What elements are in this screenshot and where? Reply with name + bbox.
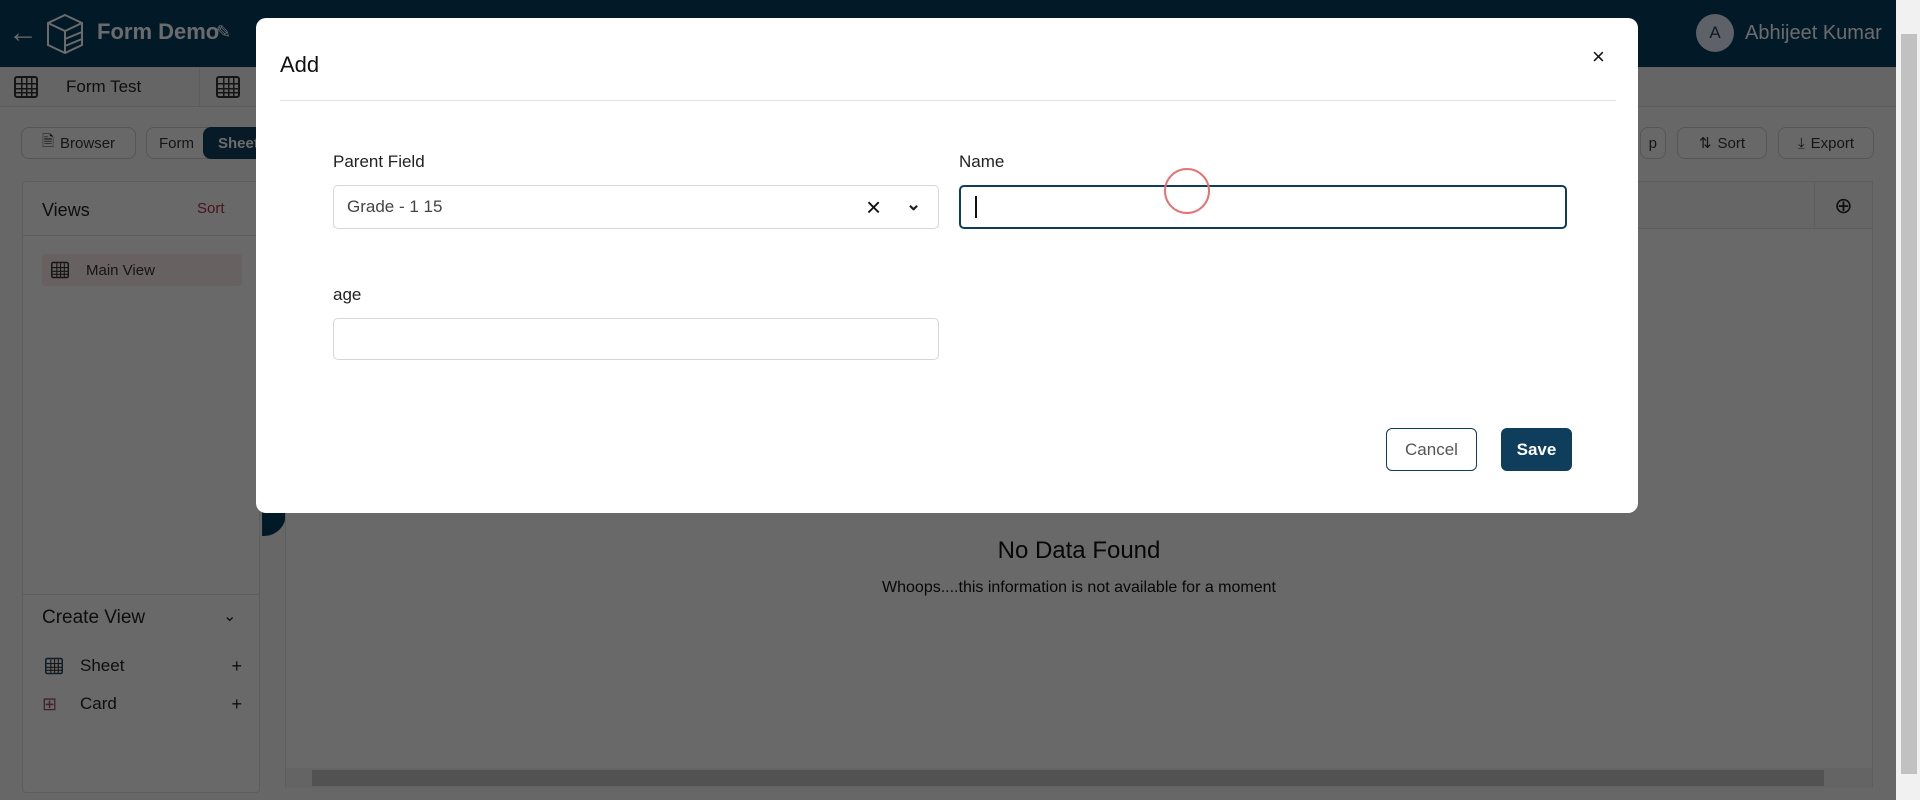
age-input[interactable] (333, 318, 939, 360)
browser-icon: 🗎 (41, 132, 55, 150)
create-view-title: Create View (42, 607, 146, 628)
save-button[interactable]: Save (1501, 428, 1572, 471)
grid-icon (45, 657, 63, 675)
page-scrollbar[interactable] (1896, 0, 1920, 800)
chevron-down-icon[interactable]: ⌄ (906, 194, 921, 215)
app-title: Form Demo (97, 19, 220, 44)
sheet-button[interactable]: Sheet (203, 127, 259, 159)
empty-subtitle: Whoops....this information is not availa… (882, 579, 1276, 596)
dialog-title: Add (280, 52, 320, 77)
grid-icon (51, 261, 69, 279)
plus-icon[interactable]: + (231, 694, 242, 715)
sort-icon: ⇅ (1698, 135, 1712, 152)
create-sheet-item[interactable]: Sheet + (42, 654, 242, 678)
empty-title: No Data Found (997, 537, 1161, 564)
cancel-button[interactable]: Cancel (1386, 428, 1477, 471)
browser-button[interactable]: 🗎 Browser (21, 127, 136, 159)
name-field-label: Name (959, 152, 1005, 171)
create-card-item[interactable]: ⊞ Card + (42, 692, 242, 716)
add-dialog: Add × Parent Field Grade - 1 15 × ⌄ Name… (256, 18, 1638, 513)
age-field-label: age (333, 285, 362, 304)
sort-button[interactable]: ⇅ Sort (1677, 127, 1767, 159)
back-arrow-icon[interactable]: ← (8, 16, 38, 50)
view-item-main[interactable]: Main View (42, 254, 242, 286)
text-caret (975, 196, 977, 218)
export-button[interactable]: ⤓ Export (1778, 127, 1874, 159)
parent-field-select[interactable]: Grade - 1 15 × ⌄ (333, 185, 939, 229)
download-icon: ⤓ (1798, 134, 1805, 152)
edit-title-icon[interactable]: ✎ (216, 22, 231, 43)
app-logo-icon (47, 13, 83, 55)
add-column-plus-circle-icon[interactable]: ⊕ (1814, 182, 1872, 229)
avatar[interactable]: A (1696, 14, 1734, 52)
chevron-down-icon[interactable]: ⌄ (223, 606, 236, 626)
close-icon[interactable]: × (1592, 44, 1605, 70)
form-button[interactable]: Form (146, 127, 208, 159)
tab-label: Form Test (66, 77, 142, 96)
clear-icon[interactable]: × (866, 192, 881, 223)
horizontal-scrollbar[interactable] (286, 768, 1872, 788)
user-name[interactable]: Abhijeet Kumar (1745, 22, 1882, 45)
tab-form-test[interactable]: Form Test (14, 67, 200, 107)
parent-field-label: Parent Field (333, 152, 425, 171)
views-sidebar: Views Sort Main View Create View ⌄ Sheet… (22, 181, 260, 793)
tab-second[interactable] (216, 67, 252, 107)
name-input[interactable] (959, 185, 1567, 229)
grid-icon (216, 76, 240, 98)
views-title: Views (42, 200, 90, 220)
plus-icon[interactable]: + (231, 656, 242, 677)
group-button[interactable]: p (1640, 127, 1666, 159)
views-sort-link[interactable]: Sort (197, 200, 225, 217)
card-icon: ⊞ (42, 693, 58, 714)
grid-icon (14, 76, 38, 98)
